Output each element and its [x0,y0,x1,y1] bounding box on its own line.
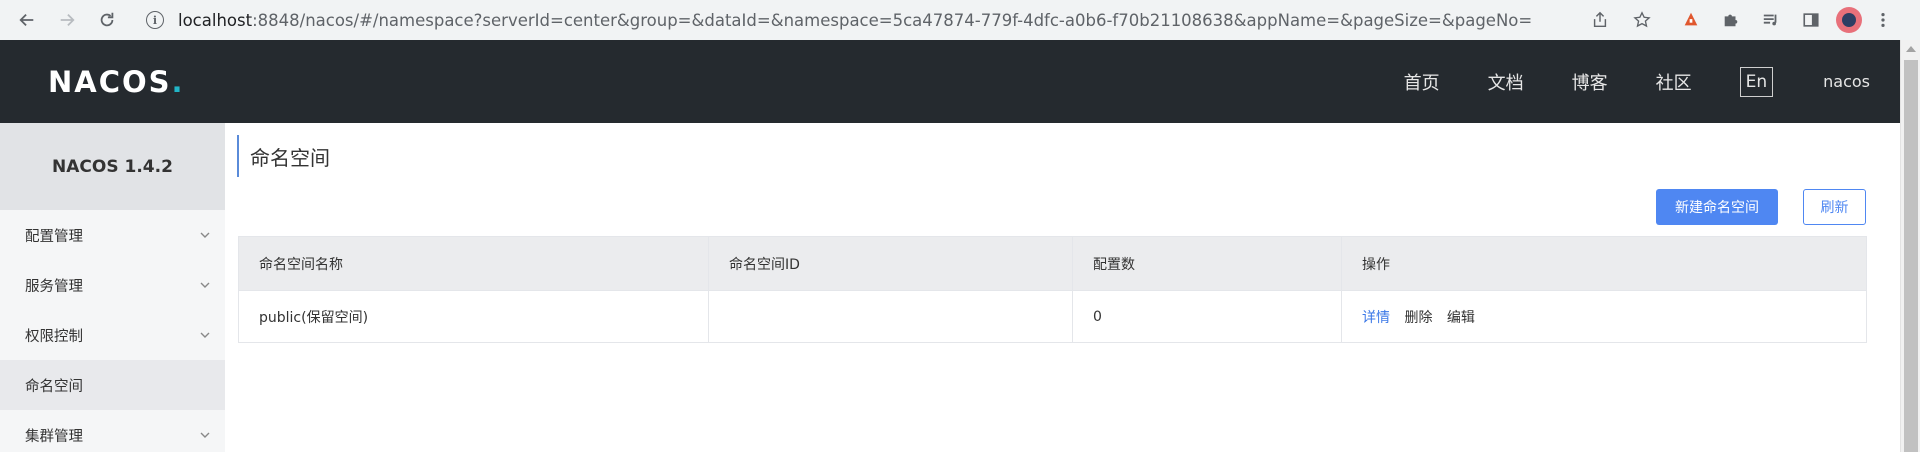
scrollbar-thumb[interactable] [1904,60,1918,452]
language-switch-button[interactable]: En [1739,66,1774,97]
browser-toolbar: i localhost:8848/nacos/#/namespace?serve… [0,0,1920,40]
column-header-id: 命名空间ID [708,236,1073,291]
share-icon[interactable] [1585,5,1615,35]
logo-text: NACOS [48,65,172,99]
chevron-down-icon [200,332,210,338]
sidebar-item-auth[interactable]: 权限控制 [0,310,225,360]
profile-avatar-icon[interactable] [1836,7,1862,33]
user-menu[interactable]: nacos [1823,72,1870,91]
main-content: 命名空间 新建命名空间 刷新 命名空间名称 命名空间ID 配置数 操作 publ… [225,123,1900,452]
nav-community[interactable]: 社区 [1656,69,1692,95]
more-menu-icon[interactable] [1868,5,1898,35]
back-arrow-icon[interactable] [12,5,42,35]
sidebar-item-label: 服务管理 [25,278,83,295]
nav-docs[interactable]: 文档 [1488,69,1524,95]
url-path: :8848/nacos/#/namespace?serverId=center&… [252,10,1533,30]
reload-icon[interactable] [92,5,122,35]
sidebar-item-config[interactable]: 配置管理 [0,210,225,260]
extension-fire-icon[interactable] [1676,5,1706,35]
scroll-up-arrow-icon[interactable] [1906,46,1916,52]
nacos-logo[interactable]: NACOS. [48,65,185,99]
delete-link[interactable]: 删除 [1404,310,1432,326]
column-header-count: 配置数 [1072,236,1342,291]
side-panel-icon[interactable] [1796,5,1826,35]
url-text[interactable]: localhost:8848/nacos/#/namespace?serverI… [178,11,1558,30]
url-host: localhost [178,10,253,30]
sidebar-item-label: 配置管理 [25,228,83,245]
playlist-icon[interactable] [1756,5,1786,35]
top-nav: 首页 文档 博客 社区 En nacos [1404,40,1876,123]
sidebar-item-namespace[interactable]: 命名空间 [0,360,225,410]
table-row: public(保留空间) 0 详情 删除 编辑 [238,290,1867,343]
column-header-actions: 操作 [1341,236,1867,291]
namespace-id-cell [708,290,1073,343]
details-link[interactable]: 详情 [1362,310,1390,326]
namespace-name-cell: public(保留空间) [238,290,709,343]
column-header-name: 命名空间名称 [238,236,709,291]
page-scrollbar[interactable] [1900,40,1920,452]
page-title: 命名空间 [237,135,330,177]
nav-blog[interactable]: 博客 [1572,69,1608,95]
star-icon[interactable] [1627,5,1657,35]
table-header-row: 命名空间名称 命名空间ID 配置数 操作 [238,236,1867,291]
site-info-icon[interactable]: i [146,11,164,29]
sidebar-item-label: 权限控制 [25,328,83,345]
sidebar-version-title: NACOS 1.4.2 [0,123,225,210]
sidebar-item-label: 集群管理 [25,428,83,445]
actions-cell: 详情 删除 编辑 [1341,290,1867,343]
address-bar[interactable]: i localhost:8848/nacos/#/namespace?serve… [138,4,1558,36]
top-header: NACOS. 首页 文档 博客 社区 En nacos [0,40,1900,123]
namespace-table: 命名空间名称 命名空间ID 配置数 操作 public(保留空间) 0 详情 删… [238,236,1867,343]
forward-arrow-icon[interactable] [52,5,82,35]
chevron-down-icon [200,232,210,238]
sidebar-item-cluster[interactable]: 集群管理 [0,410,225,460]
refresh-button[interactable]: 刷新 [1803,189,1866,225]
config-count-cell: 0 [1072,290,1342,343]
nav-home[interactable]: 首页 [1404,69,1440,95]
create-namespace-button[interactable]: 新建命名空间 [1656,189,1778,225]
sidebar: NACOS 1.4.2 配置管理 服务管理 权限控制 命名空间 集群管理 [0,123,225,452]
chevron-down-icon [200,282,210,288]
chevron-down-icon [200,432,210,438]
sidebar-item-label: 命名空间 [25,378,83,395]
puzzle-icon[interactable] [1716,5,1746,35]
sidebar-item-service[interactable]: 服务管理 [0,260,225,310]
edit-link[interactable]: 编辑 [1447,310,1475,326]
